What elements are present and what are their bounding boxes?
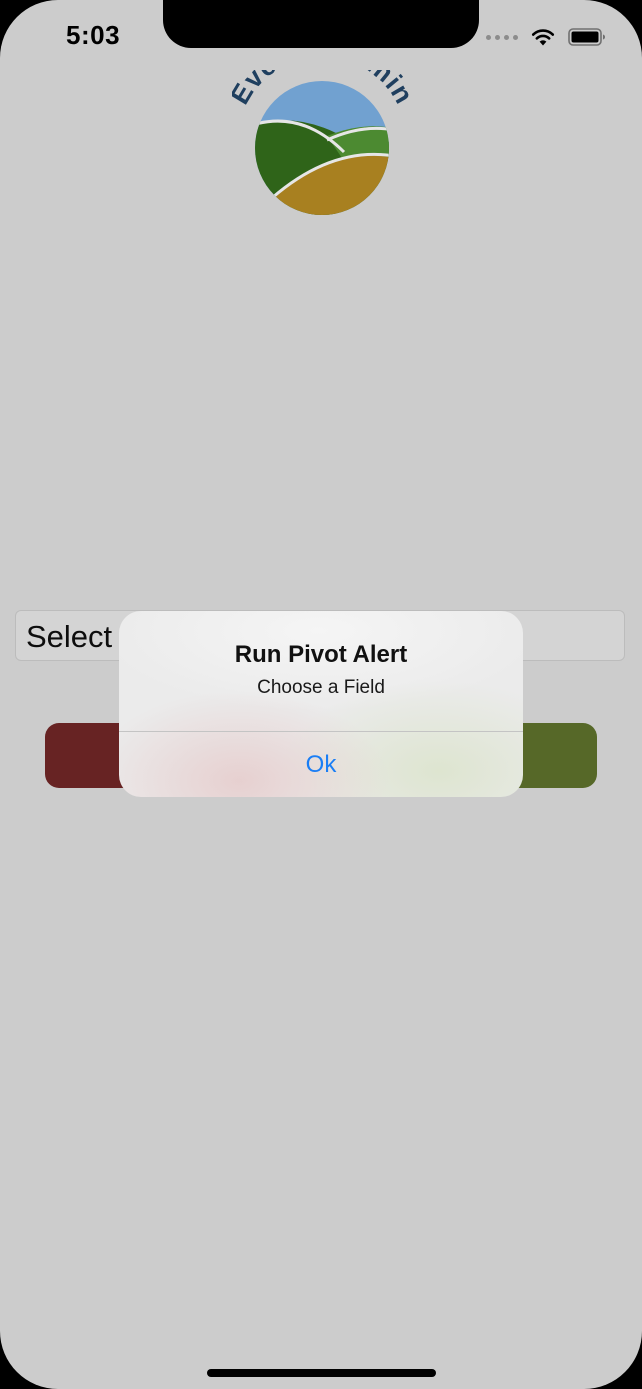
alert-title: Run Pivot Alert bbox=[234, 641, 408, 668]
cellular-signal-icon bbox=[486, 34, 518, 40]
status-icons bbox=[486, 24, 606, 50]
home-indicator[interactable] bbox=[207, 1369, 436, 1377]
status-time: 5:03 bbox=[66, 20, 121, 50]
run-pivot-alert: Run Pivot Alert Choose a Field Ok bbox=[119, 611, 523, 797]
alert-message: Choose a Field bbox=[257, 677, 385, 698]
alert-ok-button[interactable]: Ok bbox=[119, 732, 523, 797]
battery-icon bbox=[568, 28, 605, 46]
device-notch bbox=[163, 0, 479, 48]
wifi-icon bbox=[531, 29, 555, 46]
field-select-label: Select bbox=[26, 619, 113, 654]
app-screen: 5:03 EvenStreamin bbox=[0, 0, 642, 1389]
evenstreamin-logo: EvenStreamin bbox=[232, 70, 412, 215]
